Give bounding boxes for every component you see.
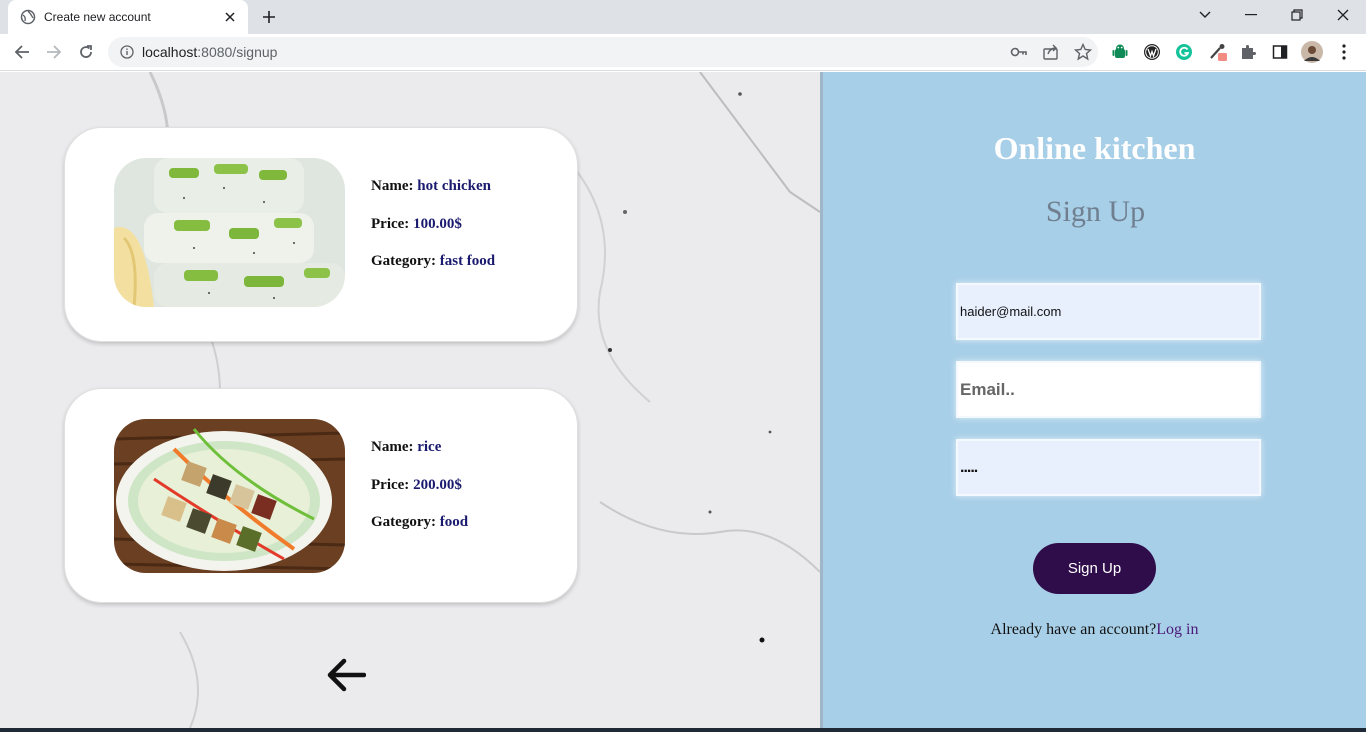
vegetable-skewers-photo: [114, 419, 345, 573]
password-input[interactable]: [956, 439, 1261, 496]
address-bar[interactable]: localhost:8080/signup: [108, 37, 1098, 67]
share-icon[interactable]: [1042, 43, 1060, 66]
reload-icon[interactable]: [74, 40, 98, 64]
browser-tab[interactable]: Create new account: [8, 0, 248, 34]
restore-icon[interactable]: [1274, 0, 1320, 30]
page-content: Name: hot chicken Price: 100.00$ Gategor…: [0, 72, 1366, 728]
price-label: Price:: [371, 215, 410, 232]
food-category-row: Gategory: fast food: [371, 253, 495, 291]
food-name-row: Name: rice: [371, 439, 468, 477]
food-category-row: Gategory: food: [371, 514, 468, 552]
name-label: Name:: [371, 178, 414, 194]
food-price: 200.00$: [413, 476, 462, 493]
food-list-panel: Name: hot chicken Price: 100.00$ Gategor…: [0, 72, 820, 728]
food-name: hot chicken: [417, 178, 491, 194]
window-close-icon[interactable]: [1320, 0, 1366, 30]
food-card: Name: hot chicken Price: 100.00$ Gategor…: [64, 127, 578, 342]
food-details: Name: hot chicken Price: 100.00$ Gategor…: [371, 178, 495, 291]
key-icon[interactable]: [1010, 43, 1028, 66]
menu-kebab-icon[interactable]: [1334, 42, 1354, 62]
name-label: Name:: [371, 439, 414, 455]
url-text: localhost:8080/signup: [142, 44, 277, 60]
url-host: localhost: [142, 44, 198, 60]
tab-search-icon[interactable]: [1182, 0, 1228, 30]
side-panel-icon[interactable]: [1270, 42, 1290, 62]
login-prompt-text: Already have an account?: [990, 621, 1157, 638]
tab-title: Create new account: [44, 10, 151, 24]
info-icon[interactable]: [120, 45, 134, 59]
taskbar-strip: [0, 728, 1366, 732]
wordpress-extension-icon[interactable]: [1142, 42, 1162, 62]
price-label: Price:: [371, 476, 410, 493]
email-input[interactable]: [956, 361, 1261, 418]
arrow-left-icon[interactable]: [326, 658, 367, 692]
signup-button[interactable]: Sign Up: [1033, 543, 1156, 594]
back-icon[interactable]: [10, 40, 34, 64]
food-name-row: Name: hot chicken: [371, 178, 495, 216]
category-label: Gategory:: [371, 514, 436, 530]
browser-tabstrip: Create new account: [0, 0, 1366, 34]
login-prompt: Already have an account?Log in: [823, 621, 1366, 639]
sushi-rolls-photo: [114, 158, 345, 307]
food-category: food: [439, 514, 469, 530]
page-title: Sign Up: [1045, 195, 1146, 228]
food-price-row: Price: 100.00$: [371, 216, 495, 254]
color-picker-extension-icon[interactable]: [1208, 42, 1228, 62]
food-details: Name: rice Price: 200.00$ Gategory: food: [371, 439, 468, 552]
food-category: fast food: [439, 253, 496, 269]
profile-avatar[interactable]: [1301, 41, 1323, 63]
food-price-row: Price: 200.00$: [371, 477, 468, 515]
username-input[interactable]: [956, 283, 1261, 340]
category-label: Gategory:: [371, 253, 436, 269]
signup-panel: Online kitchen Sign Up Sign Up Already h…: [823, 72, 1366, 728]
new-tab-button[interactable]: [258, 7, 280, 27]
globe-icon: [20, 9, 36, 25]
login-link[interactable]: Log in: [1156, 621, 1198, 638]
browser-toolbar: localhost:8080/signup: [0, 34, 1366, 71]
food-name: rice: [417, 439, 442, 455]
puzzle-extensions-icon[interactable]: [1238, 42, 1258, 62]
food-image: [114, 158, 345, 307]
grammarly-extension-icon[interactable]: [1174, 42, 1194, 62]
food-image: [114, 419, 345, 573]
url-path: :8080/signup: [197, 44, 278, 60]
food-card: Name: rice Price: 200.00$ Gategory: food: [64, 388, 578, 603]
close-icon[interactable]: [222, 9, 238, 25]
food-price: 100.00$: [413, 215, 462, 232]
forward-icon[interactable]: [42, 40, 66, 64]
minimize-icon[interactable]: [1228, 0, 1274, 30]
star-icon[interactable]: [1073, 42, 1093, 66]
brand-title: Online kitchen: [993, 130, 1196, 166]
android-extension-icon[interactable]: [1110, 42, 1130, 62]
